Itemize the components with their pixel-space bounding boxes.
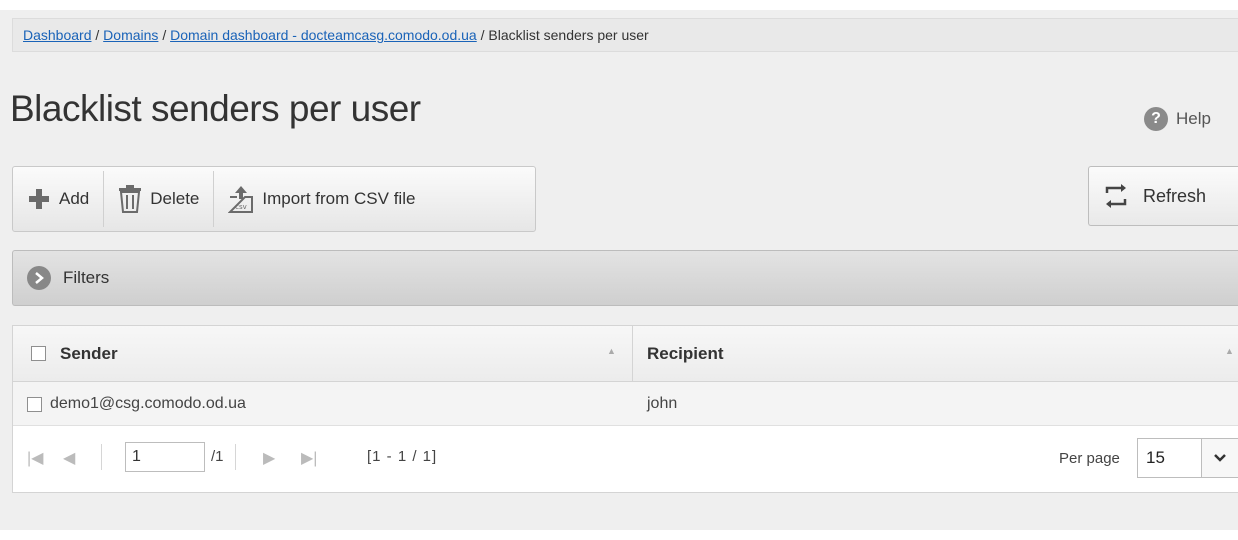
filters-label: Filters: [63, 268, 110, 287]
recipient-column-label: Recipient: [647, 343, 724, 363]
trash-icon: [119, 185, 142, 213]
filters-toggle[interactable]: Filters: [12, 250, 1238, 306]
import-csv-button[interactable]: csv Import from CSV file: [214, 171, 429, 227]
breadcrumb-dashboard-link[interactable]: Dashboard: [23, 27, 92, 43]
sender-value: demo1@csg.comodo.od.ua: [50, 395, 246, 412]
select-all-checkbox[interactable]: [31, 346, 46, 361]
sort-up-icon: ▲: [607, 346, 616, 356]
page-number-input[interactable]: [125, 442, 205, 472]
next-page-icon[interactable]: ▶: [263, 448, 275, 468]
add-button-label: Add: [59, 189, 90, 208]
per-page-value: 15: [1146, 448, 1165, 467]
help-link[interactable]: ? Help: [1144, 107, 1211, 131]
recipient-cell: john: [633, 382, 1238, 426]
row-checkbox[interactable]: [27, 396, 42, 412]
chevron-down-icon[interactable]: [1201, 439, 1238, 477]
sender-column-header[interactable]: Sender ▲: [13, 326, 633, 381]
pager-divider: [101, 444, 102, 470]
first-page-icon[interactable]: |◀: [27, 448, 43, 468]
recipient-column-header[interactable]: Recipient ▲: [633, 326, 1238, 381]
pagination-bar: |◀ ◀ /1 ▶ ▶| [1 - 1 / 1] Per page 15: [13, 426, 1238, 492]
sender-cell: demo1@csg.comodo.od.ua: [13, 382, 633, 426]
delete-button[interactable]: Delete: [104, 171, 215, 227]
help-icon: ?: [1144, 107, 1168, 131]
help-label: Help: [1176, 109, 1211, 128]
per-page-select[interactable]: 15: [1137, 438, 1238, 478]
breadcrumb: Dashboard / Domains / Domain dashboard -…: [12, 18, 1238, 52]
refresh-icon: [1105, 184, 1127, 208]
prev-page-icon[interactable]: ◀: [63, 448, 75, 468]
import-csv-button-label: Import from CSV file: [262, 189, 416, 208]
delete-button-label: Delete: [150, 189, 200, 208]
recipient-value: john: [647, 395, 678, 412]
last-page-icon[interactable]: ▶|: [301, 448, 317, 468]
senders-table: Sender ▲ Recipient ▲ demo1@csg.comodo.od…: [12, 325, 1238, 493]
breadcrumb-domain-dashboard-link[interactable]: Domain dashboard - docteamcasg.comodo.od…: [170, 27, 477, 43]
per-page-label: Per page: [1059, 450, 1120, 467]
refresh-button-label: Refresh: [1143, 185, 1207, 206]
sort-up-icon: ▲: [1225, 346, 1234, 356]
record-range: [1 - 1 / 1]: [367, 448, 438, 465]
add-button[interactable]: Add: [13, 171, 105, 227]
sender-column-label: Sender: [60, 343, 118, 363]
plus-icon: [29, 189, 49, 209]
breadcrumb-domains-link[interactable]: Domains: [103, 27, 158, 43]
breadcrumb-current: Blacklist senders per user: [488, 27, 649, 43]
chevron-right-circle-icon: [27, 266, 51, 290]
refresh-button[interactable]: Refresh: [1088, 166, 1238, 226]
table-row[interactable]: demo1@csg.comodo.od.ua john: [13, 382, 1238, 426]
svg-text:csv: csv: [236, 203, 248, 211]
total-pages: /1: [211, 448, 224, 465]
pager-divider: [235, 444, 236, 470]
csv-upload-icon: csv: [228, 186, 254, 213]
breadcrumb-separator: /: [95, 27, 104, 43]
toolbar: Add Delete csv Import from CSV file: [12, 166, 536, 232]
breadcrumb-separator: /: [162, 27, 171, 43]
table-header: Sender ▲ Recipient ▲: [13, 326, 1238, 382]
page-title: Blacklist senders per user: [10, 88, 421, 129]
